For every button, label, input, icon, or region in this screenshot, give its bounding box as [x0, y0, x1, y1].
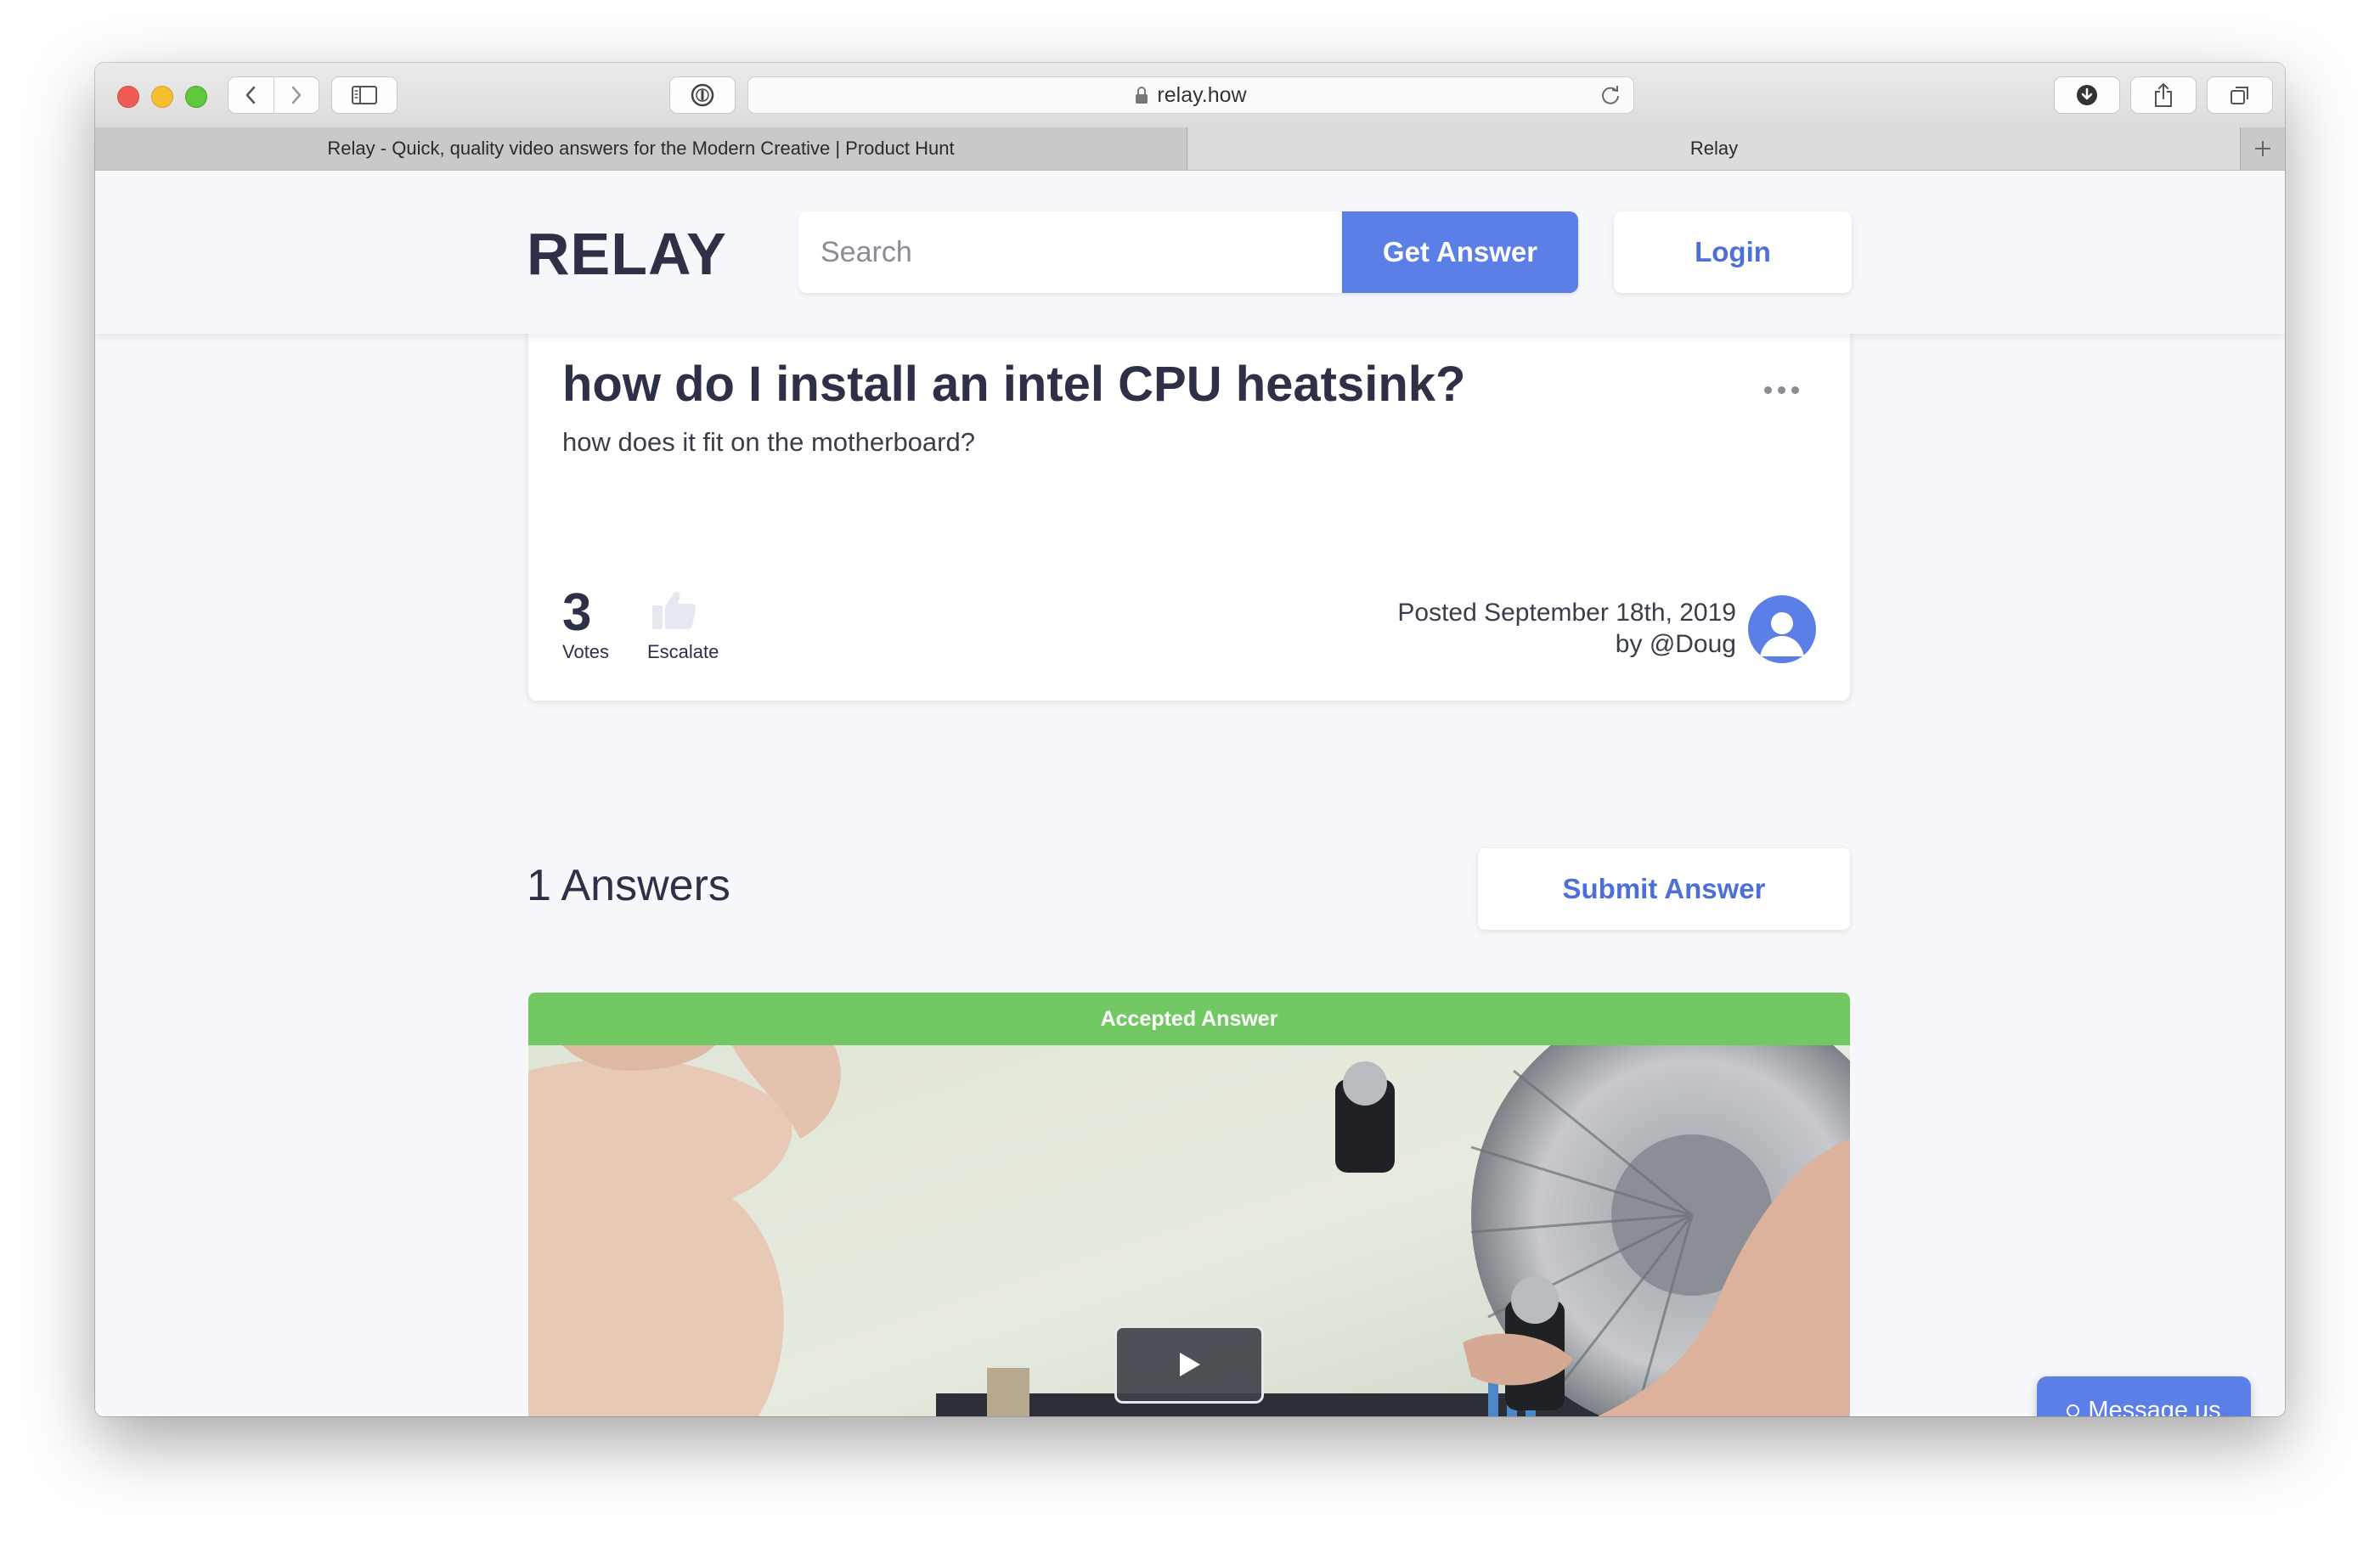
search-input[interactable]: [798, 211, 1342, 293]
vote-count: 3: [562, 583, 592, 642]
minimize-window-button[interactable]: [151, 86, 173, 108]
sidebar-button[interactable]: [331, 76, 398, 114]
play-button[interactable]: [1114, 1325, 1264, 1404]
answer-card: Accepted Answer: [528, 993, 1850, 1416]
password-icon: [691, 83, 714, 107]
question-card: how do I install an intel CPU heatsink? …: [528, 298, 1850, 701]
avatar[interactable]: [1748, 595, 1816, 663]
nav-buttons: [228, 76, 319, 114]
back-icon: [246, 86, 256, 104]
tab-label: Relay: [1689, 138, 1739, 159]
password-manager-button[interactable]: [669, 76, 736, 114]
share-icon: [2155, 83, 2172, 107]
login-button[interactable]: Login: [1614, 211, 1852, 293]
chat-ring-icon: [2067, 1404, 2080, 1416]
answers-count: 1 Answers: [527, 861, 730, 910]
post-author: by @Doug: [1615, 630, 1736, 658]
escalate-label[interactable]: Escalate: [647, 641, 719, 663]
downloads-button[interactable]: [2054, 76, 2120, 114]
site-logo[interactable]: RELAY: [527, 220, 727, 288]
get-answer-button[interactable]: Get Answer: [1342, 211, 1578, 293]
page-viewport: RELAY Get Answer Login how do I install …: [95, 171, 2285, 1416]
tabs-icon: [2231, 87, 2248, 104]
play-icon: [1180, 1353, 1200, 1376]
new-tab-button[interactable]: [2240, 127, 2285, 170]
user-icon: [1760, 612, 1804, 656]
address-bar[interactable]: relay.how: [747, 76, 1634, 114]
accepted-answer-banner: Accepted Answer: [528, 993, 1850, 1045]
lock-icon: [1136, 87, 1148, 104]
add-tab-icon: [2255, 141, 2270, 156]
posted-date: Posted September 18th, 2019: [1397, 599, 1736, 627]
browser-toolbar: relay.how: [95, 63, 2285, 128]
zoom-window-button[interactable]: [185, 86, 207, 108]
sidebar-icon: [352, 86, 377, 104]
url-text: relay.how: [1157, 82, 1247, 107]
thumbs-up-icon[interactable]: [651, 588, 698, 631]
site-header: RELAY Get Answer Login: [95, 171, 2285, 334]
show-tabs-button[interactable]: [2207, 76, 2273, 114]
tab-label: Relay - Quick, quality video answers for…: [327, 138, 955, 159]
message-us-button[interactable]: Message us: [2037, 1376, 2251, 1416]
forward-icon: [291, 86, 301, 104]
download-icon: [2077, 85, 2097, 105]
close-window-button[interactable]: [117, 86, 139, 108]
question-title: how do I install an intel CPU heatsink?: [562, 357, 1466, 412]
browser-window: relay.how Relay - Quick, quality video a…: [95, 63, 2285, 1416]
post-meta: Posted September 18th, 2019 by @Doug: [1397, 597, 1736, 660]
message-us-label: Message us: [2088, 1396, 2221, 1417]
tab-product-hunt[interactable]: Relay - Quick, quality video answers for…: [95, 127, 1187, 170]
submit-answer-button[interactable]: Submit Answer: [1478, 848, 1850, 930]
tab-strip: Relay - Quick, quality video answers for…: [95, 127, 2285, 171]
question-body: how does it fit on the motherboard?: [562, 427, 975, 457]
forward-button[interactable]: [274, 77, 319, 113]
more-icon[interactable]: [1764, 386, 1799, 394]
tab-relay[interactable]: Relay: [1188, 127, 2240, 170]
reload-icon[interactable]: [1599, 84, 1621, 106]
back-button[interactable]: [228, 77, 274, 113]
votes-label: Votes: [562, 641, 610, 662]
share-button[interactable]: [2130, 76, 2197, 114]
